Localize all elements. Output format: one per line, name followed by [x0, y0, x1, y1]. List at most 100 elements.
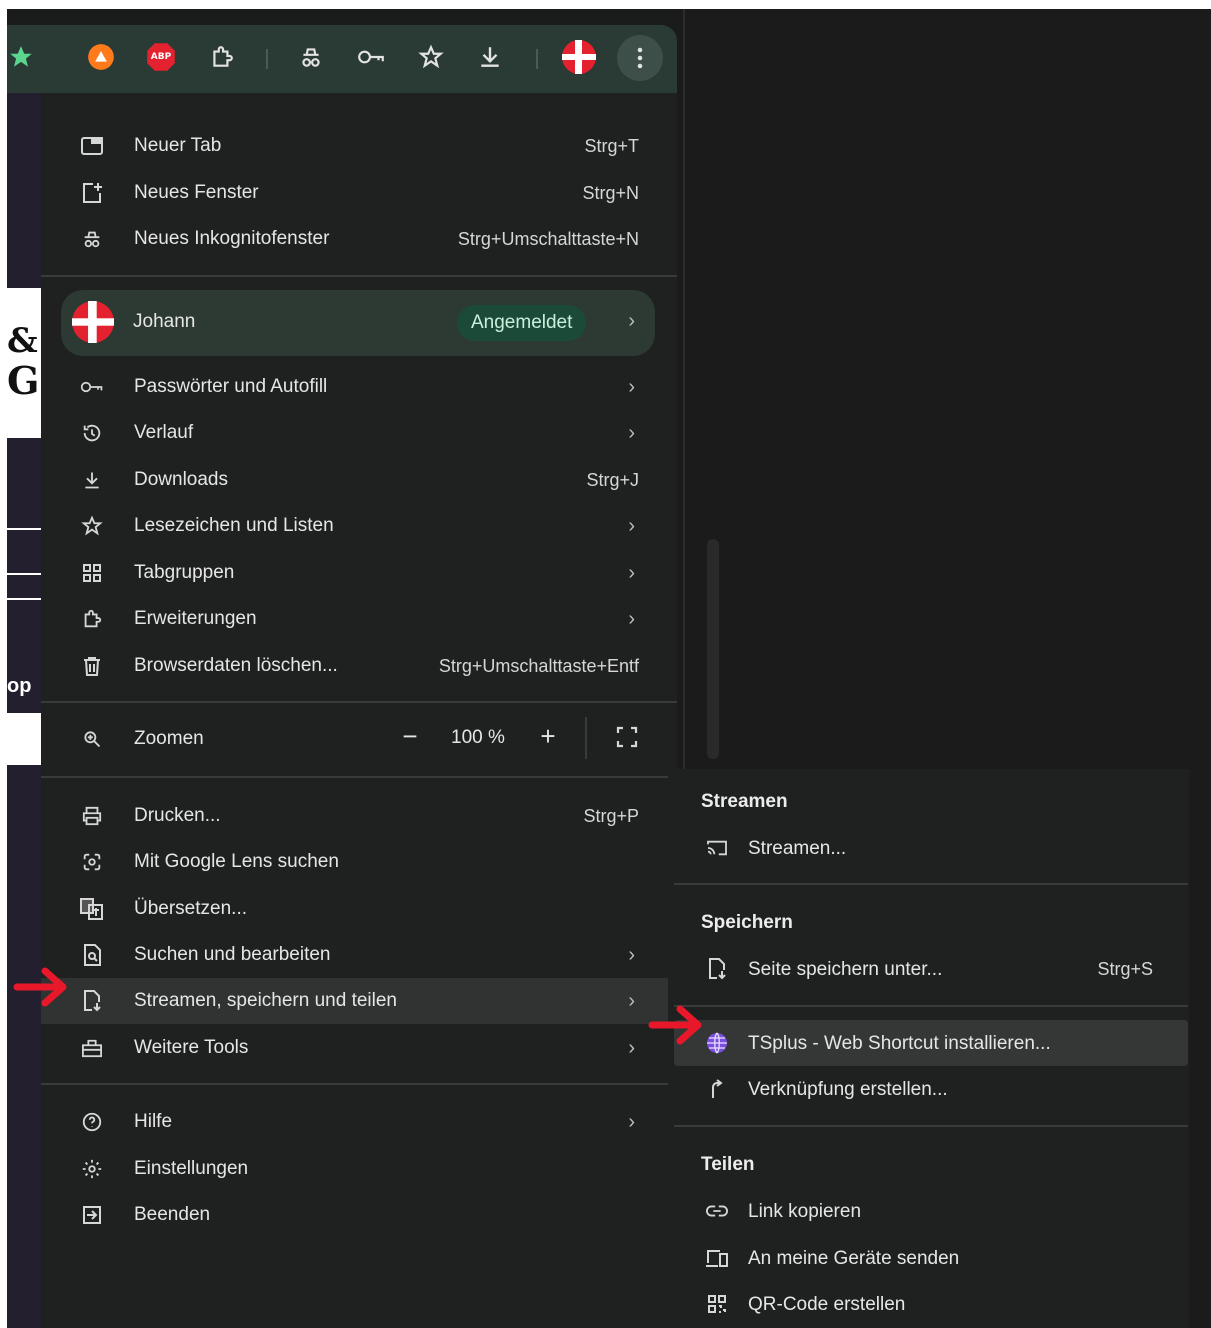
- chevron-right-icon: ›: [628, 375, 635, 398]
- menu-separator: [41, 701, 677, 703]
- submenu-item-label: TSplus - Web Shortcut installieren...: [748, 1033, 1051, 1054]
- menu-item-new-tab[interactable]: Neuer Tab Strg+T: [41, 123, 677, 169]
- submenu-item-create-shortcut[interactable]: Verknüpfung erstellen...: [668, 1066, 1189, 1112]
- qr-code-icon: [704, 1291, 730, 1317]
- menu-item-new-window[interactable]: Neues Fenster Strg+N: [41, 170, 677, 216]
- abp-label: ABP: [150, 52, 172, 62]
- help-icon: [79, 1109, 105, 1135]
- submenu-item-copy-link[interactable]: Link kopieren: [668, 1188, 1189, 1234]
- chevron-right-icon: ›: [628, 421, 635, 444]
- extensions-icon: [79, 606, 105, 632]
- submenu-item-tsplus-install[interactable]: TSplus - Web Shortcut installieren...: [674, 1020, 1188, 1066]
- shortcut-label: Strg+J: [586, 469, 639, 490]
- menu-item-label: Verlauf: [134, 422, 194, 443]
- menu-item-history[interactable]: Verlauf ›: [41, 410, 677, 456]
- history-icon: [79, 420, 105, 446]
- menu-item-label: Neues Fenster: [134, 182, 259, 203]
- shortcut-label: Strg+Umschalttaste+N: [457, 228, 639, 249]
- menu-item-print[interactable]: Drucken... Strg+P: [41, 793, 677, 839]
- menu-item-label: Weitere Tools: [134, 1037, 249, 1058]
- shortcut-label: Strg+T: [584, 135, 639, 156]
- submenu-item-label: Link kopieren: [748, 1201, 862, 1222]
- menu-item-bookmarks[interactable]: Lesezeichen und Listen ›: [41, 503, 677, 549]
- tab-groups-icon: [79, 560, 105, 586]
- menu-item-passwords[interactable]: Passwörter und Autofill ›: [41, 364, 677, 410]
- tools-icon: [79, 1035, 105, 1061]
- avast-icon[interactable]: [83, 39, 119, 75]
- menu-item-label: Downloads: [134, 469, 228, 490]
- submenu-item-stream[interactable]: Streamen...: [668, 825, 1189, 871]
- submenu-separator: [674, 1125, 1188, 1127]
- translate-icon: [79, 896, 105, 922]
- bookmarks-icon[interactable]: [413, 39, 449, 75]
- menu-item-google-lens[interactable]: Mit Google Lens suchen: [41, 839, 677, 885]
- section-header-stream: Streamen: [701, 791, 788, 812]
- menu-separator: [41, 776, 677, 778]
- menu-item-downloads[interactable]: Downloads Strg+J: [41, 457, 677, 503]
- new-window-icon: [79, 180, 105, 206]
- bookmark-star-icon[interactable]: [7, 39, 39, 75]
- profile-name: Johann: [133, 311, 196, 332]
- shortcut-label: Strg+P: [583, 805, 639, 826]
- signed-in-badge: Angemeldet: [457, 305, 587, 341]
- browser-toolbar: ABP: [7, 25, 677, 93]
- chevron-right-icon: ›: [628, 1110, 635, 1133]
- password-key-icon[interactable]: [353, 39, 389, 75]
- zoom-row: Zoomen − 100 % +: [41, 713, 677, 765]
- scrollbar[interactable]: [707, 539, 719, 759]
- zoom-in-button[interactable]: +: [533, 721, 563, 752]
- browser-frame: ABP & G op Neuer Tab Strg+T Neues Fenste…: [7, 9, 1211, 1328]
- download-icon: [79, 467, 105, 493]
- menu-item-exit[interactable]: Beenden: [41, 1192, 677, 1238]
- menu-item-extensions[interactable]: Erweiterungen ›: [41, 596, 677, 642]
- zoom-out-button[interactable]: −: [395, 721, 425, 752]
- incognito-icon[interactable]: [293, 39, 329, 75]
- new-tab-icon: [79, 133, 105, 159]
- menu-item-new-incognito[interactable]: Neues Inkognitofenster Strg+Umschalttast…: [41, 216, 677, 262]
- submenu-item-label: Verknüpfung erstellen...: [748, 1079, 948, 1100]
- chevron-right-icon: ›: [628, 943, 635, 966]
- page-text: G: [7, 358, 40, 403]
- menu-item-settings[interactable]: Einstellungen: [41, 1146, 677, 1192]
- submenu-item-qr-code[interactable]: QR-Code erstellen: [668, 1281, 1189, 1327]
- menu-item-label: Tabgruppen: [134, 562, 235, 583]
- zoom-icon: [79, 726, 105, 752]
- submenu-item-send-devices[interactable]: An meine Geräte senden: [668, 1235, 1189, 1281]
- profile-flag-icon[interactable]: [561, 39, 597, 75]
- toolbar-separator: [536, 49, 538, 69]
- devices-icon: [704, 1245, 730, 1271]
- page-text: &: [7, 321, 38, 361]
- page-content-strip: & G op: [7, 93, 41, 1328]
- save-share-icon: [79, 988, 105, 1014]
- chevron-right-icon: ›: [628, 561, 635, 584]
- submenu-item-save-page[interactable]: Seite speichern unter... Strg+S: [668, 946, 1189, 992]
- menu-item-label: Neuer Tab: [134, 135, 222, 156]
- menu-item-tab-groups[interactable]: Tabgruppen ›: [41, 550, 677, 596]
- profile-row[interactable]: Johann Angemeldet ›: [61, 290, 655, 356]
- profile-flag-icon: [72, 301, 114, 348]
- menu-item-find-edit[interactable]: Suchen und bearbeiten ›: [41, 932, 677, 978]
- print-icon: [79, 803, 105, 829]
- menu-item-more-tools[interactable]: Weitere Tools ›: [41, 1025, 677, 1071]
- adblock-plus-icon[interactable]: ABP: [143, 39, 179, 75]
- more-menu-icon[interactable]: [617, 35, 663, 81]
- menu-item-translate[interactable]: Übersetzen...: [41, 886, 677, 932]
- extensions-icon[interactable]: [204, 39, 240, 75]
- chevron-right-icon: ›: [628, 310, 635, 332]
- submenu-separator: [674, 883, 1188, 885]
- browser-main-menu: Neuer Tab Strg+T Neues Fenster Strg+N Ne…: [41, 93, 677, 1328]
- menu-item-label: Lesezeichen und Listen: [134, 515, 334, 536]
- zoom-level: 100 %: [451, 727, 505, 748]
- shortcut-label: Strg+N: [582, 182, 639, 203]
- download-icon[interactable]: [472, 39, 508, 75]
- menu-item-clear-data[interactable]: Browserdaten löschen... Strg+Umschalttas…: [41, 643, 677, 689]
- menu-item-help[interactable]: Hilfe ›: [41, 1099, 677, 1145]
- submenu-item-label: QR-Code erstellen: [748, 1294, 906, 1315]
- menu-item-label: Browserdaten löschen...: [134, 655, 338, 676]
- fullscreen-icon[interactable]: [615, 725, 643, 753]
- red-arrow-icon: [13, 967, 67, 1007]
- menu-item-label: Beenden: [134, 1204, 211, 1225]
- key-icon: [79, 374, 105, 400]
- menu-item-stream-save-share[interactable]: Streamen, speichern und teilen ›: [41, 978, 677, 1024]
- submenu-separator: [674, 1005, 1188, 1007]
